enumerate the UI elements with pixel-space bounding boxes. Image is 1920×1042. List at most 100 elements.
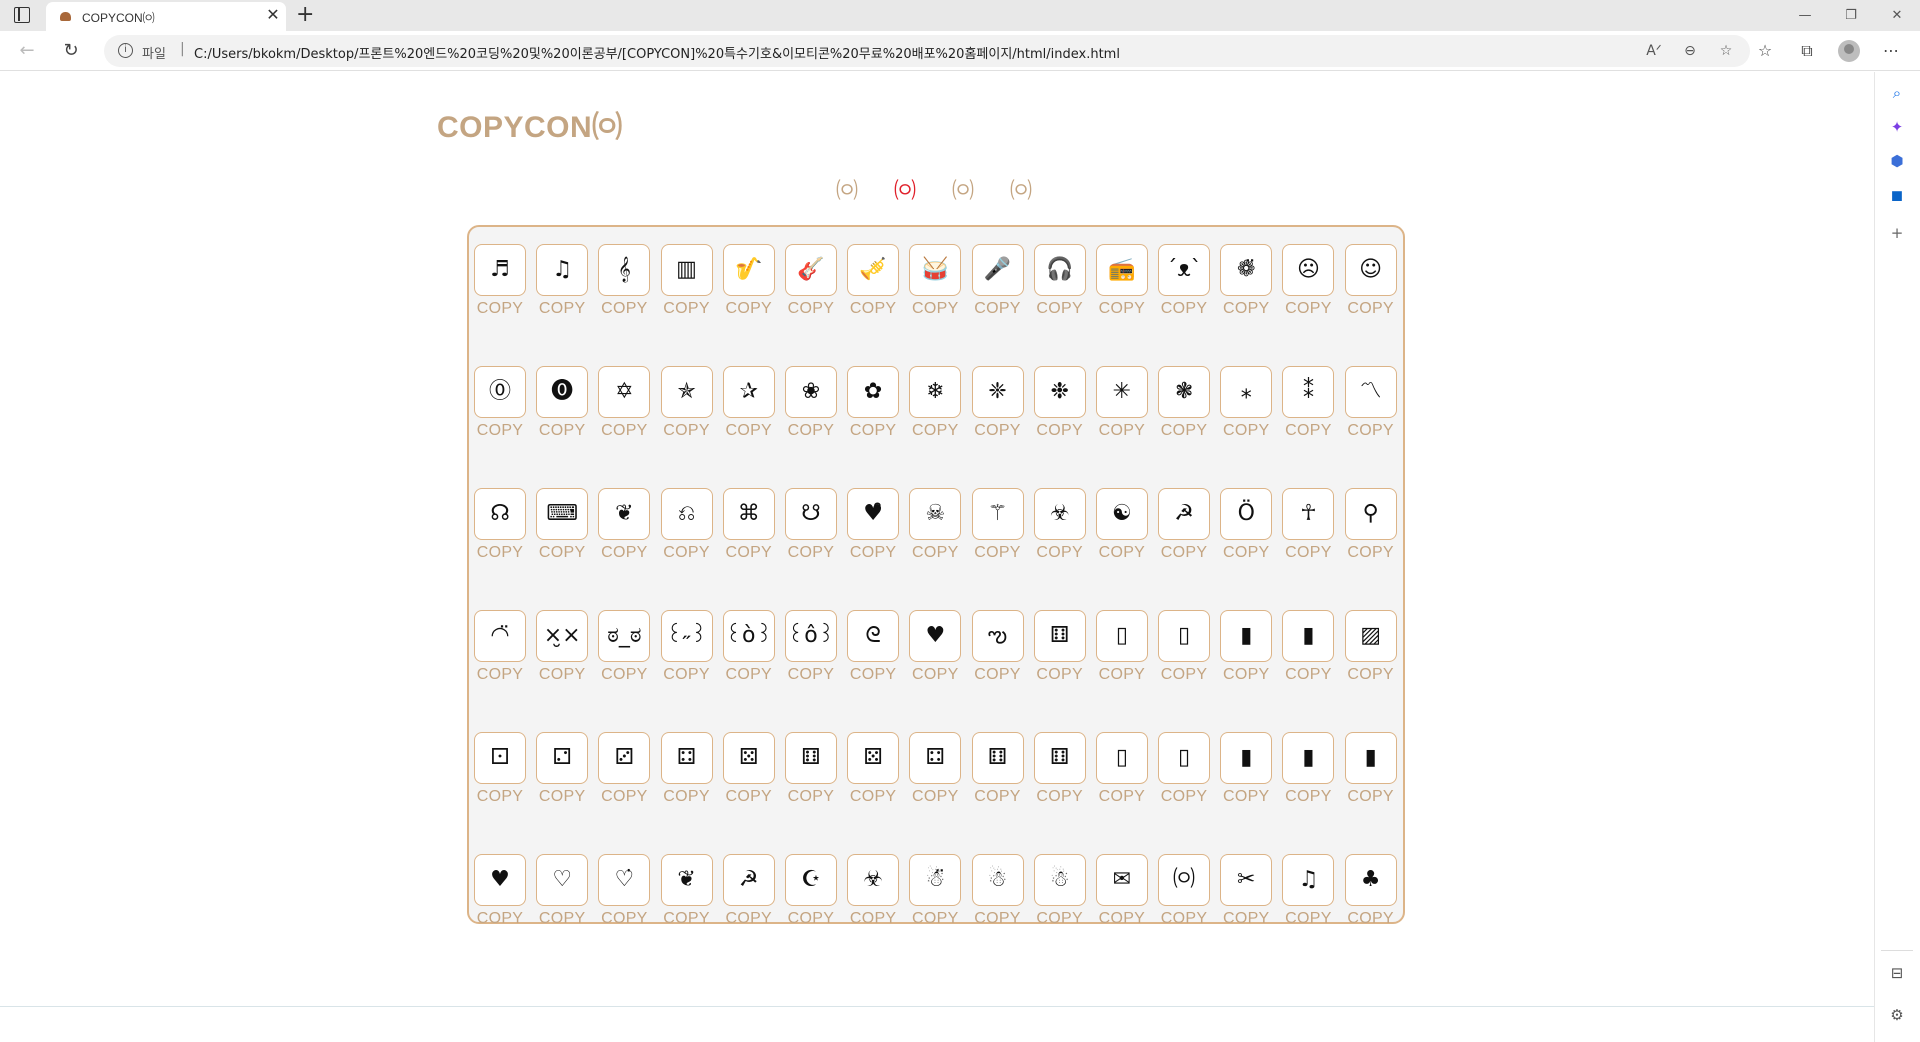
symbol-box[interactable]: 🎺 — [847, 244, 900, 296]
symbol-box[interactable]: ❉ — [1033, 366, 1086, 418]
restore-icon[interactable]: ❐ — [1828, 0, 1874, 31]
symbol-box[interactable]: ⚄ — [847, 732, 900, 784]
symbol-box[interactable]: ♡ — [536, 854, 589, 906]
symbol-box[interactable]: ´ᴥ` — [1158, 244, 1211, 296]
settings-icon[interactable]: ⚙ — [1886, 1004, 1908, 1026]
category-tab-2[interactable]: ㈇ — [894, 178, 916, 206]
symbol-box[interactable]: ❁̈ — [1220, 244, 1273, 296]
symbol-box[interactable]: ☹ — [1282, 244, 1335, 296]
copy-button[interactable]: COPY — [912, 544, 959, 562]
copy-button[interactable]: COPY — [912, 422, 959, 440]
symbol-box[interactable]: ▮ — [1344, 732, 1397, 784]
copy-button[interactable]: COPY — [663, 300, 710, 318]
symbol-box[interactable]: ⌨ — [536, 488, 589, 540]
copy-button[interactable]: COPY — [1223, 422, 1270, 440]
symbol-box[interactable]: 🥁 — [909, 244, 962, 296]
copy-button[interactable]: COPY — [974, 300, 1021, 318]
copy-button[interactable]: COPY — [850, 788, 897, 806]
copy-button[interactable]: COPY — [663, 910, 710, 928]
copy-button[interactable]: COPY — [788, 422, 835, 440]
copy-button[interactable]: COPY — [601, 422, 648, 440]
copy-button[interactable]: COPY — [477, 910, 524, 928]
copy-button[interactable]: COPY — [1161, 544, 1208, 562]
symbol-box[interactable]: ⎌ — [660, 488, 713, 540]
copy-button[interactable]: COPY — [974, 788, 1021, 806]
symbol-box[interactable]: ☭ — [1158, 488, 1211, 540]
symbol-box[interactable]: ▮ — [1282, 732, 1335, 784]
refresh-icon[interactable]: ↻ — [58, 38, 84, 64]
symbol-box[interactable]: ꒰ô꒱ — [784, 610, 837, 662]
copy-button[interactable]: COPY — [974, 666, 1021, 684]
symbol-box[interactable]: ❈ — [971, 366, 1024, 418]
symbol-box[interactable]: ❦ — [660, 854, 713, 906]
symbol-box[interactable]: 🎷 — [722, 244, 775, 296]
copy-button[interactable]: COPY — [477, 666, 524, 684]
copy-button[interactable]: COPY — [725, 422, 772, 440]
symbol-box[interactable]: ☊ — [474, 488, 526, 540]
copy-button[interactable]: COPY — [1347, 544, 1394, 562]
symbol-box[interactable]: ❃ — [1158, 366, 1211, 418]
collections-icon[interactable]: ⧉ — [1790, 35, 1824, 67]
symbol-box[interactable]: ⚅ — [1033, 610, 1086, 662]
symbol-box[interactable]: ⚃ — [660, 732, 713, 784]
symbol-box[interactable]: ⚚ — [971, 488, 1024, 540]
symbol-box[interactable]: ♥ — [474, 854, 526, 906]
copy-button[interactable]: COPY — [1036, 910, 1083, 928]
symbol-box[interactable]: ▥ — [660, 244, 713, 296]
copy-button[interactable]: COPY — [788, 544, 835, 562]
symbol-box[interactable]: 🎧 — [1033, 244, 1086, 296]
copy-button[interactable]: COPY — [725, 910, 772, 928]
category-tab-3[interactable]: ㈇ — [952, 178, 974, 206]
copy-button[interactable]: COPY — [1036, 666, 1083, 684]
symbol-box[interactable]: ☭ — [722, 854, 775, 906]
copy-button[interactable]: COPY — [1099, 788, 1146, 806]
symbol-box[interactable]: ❀ — [784, 366, 837, 418]
profile-avatar[interactable] — [1838, 40, 1860, 62]
symbol-box[interactable]: ☺ — [1344, 244, 1397, 296]
copy-button[interactable]: COPY — [1099, 422, 1146, 440]
symbol-box[interactable]: ⚀ — [474, 732, 526, 784]
copy-button[interactable]: COPY — [1223, 666, 1270, 684]
symbol-box[interactable]: ꒰ò꒱ — [722, 610, 775, 662]
symbol-box[interactable]: ▯ — [1095, 610, 1148, 662]
copy-button[interactable]: COPY — [539, 788, 586, 806]
copy-button[interactable]: COPY — [1099, 300, 1146, 318]
copy-button[interactable]: COPY — [601, 666, 648, 684]
symbol-box[interactable]: ᘓ — [847, 610, 900, 662]
symbol-box[interactable]: ⚅ — [784, 732, 837, 784]
symbol-box[interactable]: ♥̑ — [847, 488, 900, 540]
symbol-box[interactable]: ✳ — [1095, 366, 1148, 418]
symbol-box[interactable]: ⓿ — [536, 366, 589, 418]
copy-button[interactable]: COPY — [539, 422, 586, 440]
copy-button[interactable]: COPY — [477, 300, 524, 318]
search-icon[interactable]: ⌕ — [1886, 82, 1908, 104]
symbol-box[interactable]: ☠ — [909, 488, 962, 540]
copy-button[interactable]: COPY — [850, 422, 897, 440]
copy-button[interactable]: COPY — [663, 788, 710, 806]
outlook-icon[interactable]: ◼ — [1886, 184, 1908, 206]
copy-button[interactable]: COPY — [1161, 666, 1208, 684]
symbol-box[interactable]: ✯ — [660, 366, 713, 418]
favorite-add-icon[interactable]: ☆ — [1716, 41, 1736, 61]
copy-button[interactable]: COPY — [539, 666, 586, 684]
symbol-box[interactable]: ⚂ — [598, 732, 651, 784]
symbol-box[interactable]: ✿ — [847, 366, 900, 418]
copy-button[interactable]: COPY — [725, 788, 772, 806]
copy-button[interactable]: COPY — [974, 544, 1021, 562]
symbol-box[interactable]: ✰ — [722, 366, 775, 418]
symbol-box[interactable]: ⚅ — [971, 732, 1024, 784]
symbol-box[interactable]: ㈇ — [1158, 854, 1211, 906]
symbol-box[interactable]: ⓪ — [474, 366, 526, 418]
browser-tab[interactable]: COPYCON㈇ ✕ — [46, 2, 286, 31]
copy-button[interactable]: COPY — [1347, 788, 1394, 806]
copy-button[interactable]: COPY — [1161, 300, 1208, 318]
symbol-box[interactable]: ▯ — [1095, 732, 1148, 784]
copy-button[interactable]: COPY — [539, 910, 586, 928]
zoom-out-icon[interactable]: ⊖ — [1680, 41, 1700, 61]
symbol-box[interactable]: ▮ — [1220, 732, 1273, 784]
copy-button[interactable]: COPY — [974, 910, 1021, 928]
copy-button[interactable]: COPY — [477, 788, 524, 806]
symbol-box[interactable]: Ö — [1220, 488, 1273, 540]
copilot-icon[interactable]: ✦ — [1886, 116, 1908, 138]
copy-button[interactable]: COPY — [1347, 910, 1394, 928]
